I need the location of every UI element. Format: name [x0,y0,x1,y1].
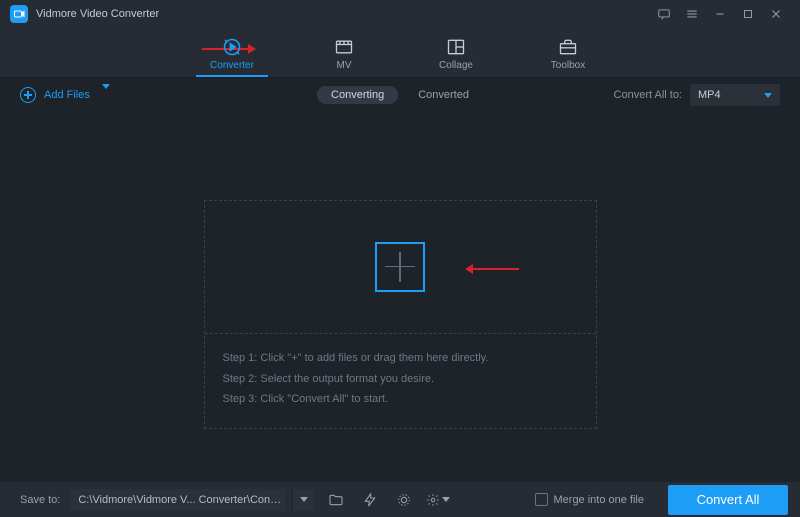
close-button[interactable] [762,0,790,28]
save-path-value: C:\Vidmore\Vidmore V... Converter\Conver… [78,494,281,506]
mv-icon [333,37,355,57]
tab-converter[interactable]: Converter [196,37,268,77]
status-tabs: Converting Converted [317,86,483,104]
converter-icon [221,37,243,57]
merge-checkbox[interactable]: Merge into one file [535,493,645,506]
chevron-down-icon [102,89,110,101]
sub-bar: Add Files Converting Converted Convert A… [0,78,800,112]
plus-circle-icon [20,87,36,103]
feedback-icon[interactable] [650,0,678,28]
menu-icon[interactable] [678,0,706,28]
settings-icon[interactable] [426,489,450,511]
app-title: Vidmore Video Converter [36,8,159,20]
save-path-field[interactable]: C:\Vidmore\Vidmore V... Converter\Conver… [70,489,285,511]
instructions: Step 1: Click "+" to add files or drag t… [205,334,596,429]
convert-all-to-label: Convert All to: [614,89,682,101]
chevron-down-icon [764,93,772,98]
convert-all-button[interactable]: Convert All [668,485,788,515]
add-file-plus-button[interactable] [375,242,425,292]
main-area: Step 1: Click "+" to add files or drag t… [0,112,800,517]
add-files-label: Add Files [44,89,90,101]
save-path-dropdown[interactable] [292,489,314,511]
instruction-step: Step 3: Click "Convert All" to start. [223,389,578,410]
convert-all-label: Convert All [697,492,760,507]
add-files-button[interactable]: Add Files [20,87,110,103]
open-folder-icon[interactable] [324,489,348,511]
top-nav: Converter MV Collage Toolbox [0,28,800,78]
instruction-step: Step 1: Click "+" to add files or drag t… [223,348,578,369]
tab-label: MV [337,60,352,71]
tab-converted[interactable]: Converted [404,86,483,104]
checkbox-icon [535,493,548,506]
app-logo-icon [10,5,28,23]
tab-label: Collage [439,60,473,71]
maximize-button[interactable] [734,0,762,28]
drop-zone[interactable]: Step 1: Click "+" to add files or drag t… [204,200,597,430]
tab-label: Toolbox [551,60,585,71]
collage-icon [445,37,467,57]
gpu-accel-icon[interactable] [358,489,382,511]
save-to-label: Save to: [20,494,60,506]
bottom-bar: Save to: C:\Vidmore\Vidmore V... Convert… [0,482,800,517]
instruction-step: Step 2: Select the output format you des… [223,369,578,390]
merge-label: Merge into one file [554,494,645,506]
title-bar: Vidmore Video Converter [0,0,800,28]
drop-zone-top[interactable] [205,201,596,334]
tab-toolbox[interactable]: Toolbox [532,37,604,77]
output-format-select[interactable]: MP4 [690,84,780,106]
annotation-arrow-plus [465,262,521,281]
chevron-down-icon [300,497,308,502]
toolbox-icon [557,37,579,57]
high-speed-icon[interactable] [392,489,416,511]
format-selected-value: MP4 [698,89,721,101]
chevron-down-icon [442,497,450,502]
tab-label: Converter [210,60,254,71]
tab-converting[interactable]: Converting [317,86,398,104]
tab-mv[interactable]: MV [308,37,380,77]
tab-collage[interactable]: Collage [420,37,492,77]
minimize-button[interactable] [706,0,734,28]
